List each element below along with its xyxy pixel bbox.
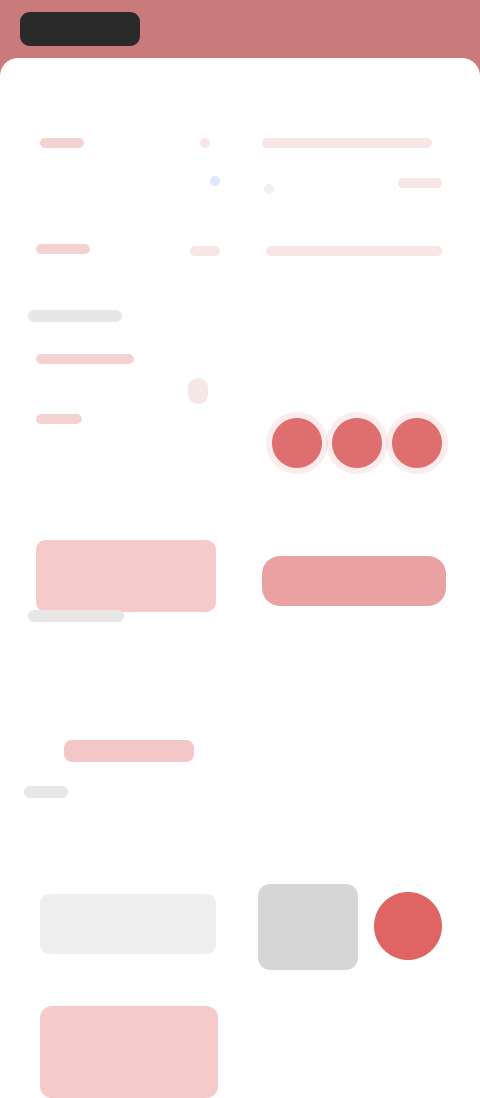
indicator-dot	[264, 184, 274, 194]
section-1-small-icon-placeholder	[188, 378, 208, 404]
row-1-right-text-placeholder	[262, 138, 432, 148]
rating-circles[interactable]	[272, 408, 442, 478]
indicator-dot	[210, 176, 220, 186]
left-info-block[interactable]	[36, 540, 216, 612]
thumbnail-placeholder[interactable]	[258, 884, 358, 970]
row-2-right-text-placeholder	[266, 246, 442, 256]
row-2-mid-text	[190, 246, 220, 256]
row-1-marker	[200, 138, 210, 148]
section-1-line-1	[36, 354, 134, 364]
top-left-title-pill[interactable]	[20, 12, 140, 46]
input-box[interactable]	[40, 894, 216, 954]
row-2-left-text-placeholder	[36, 244, 90, 254]
section-2-title	[28, 610, 124, 622]
circle-3[interactable]	[392, 418, 442, 468]
main-sheet	[0, 58, 480, 1098]
primary-pill-button[interactable]	[262, 556, 446, 606]
action-link[interactable]	[64, 740, 194, 762]
section-1-title	[28, 310, 122, 322]
bottom-card[interactable]	[40, 1006, 218, 1098]
row-1-right-small-text	[398, 178, 442, 188]
section-3-title	[24, 786, 68, 798]
circle-2[interactable]	[332, 418, 382, 468]
row-1-left-text-placeholder	[40, 138, 84, 148]
section-1-line-2	[36, 414, 82, 424]
row-2	[0, 234, 480, 264]
circle-1[interactable]	[272, 418, 322, 468]
floating-action-button[interactable]	[374, 892, 442, 960]
row-1	[0, 128, 480, 158]
top-right-text[interactable]	[364, 18, 454, 38]
